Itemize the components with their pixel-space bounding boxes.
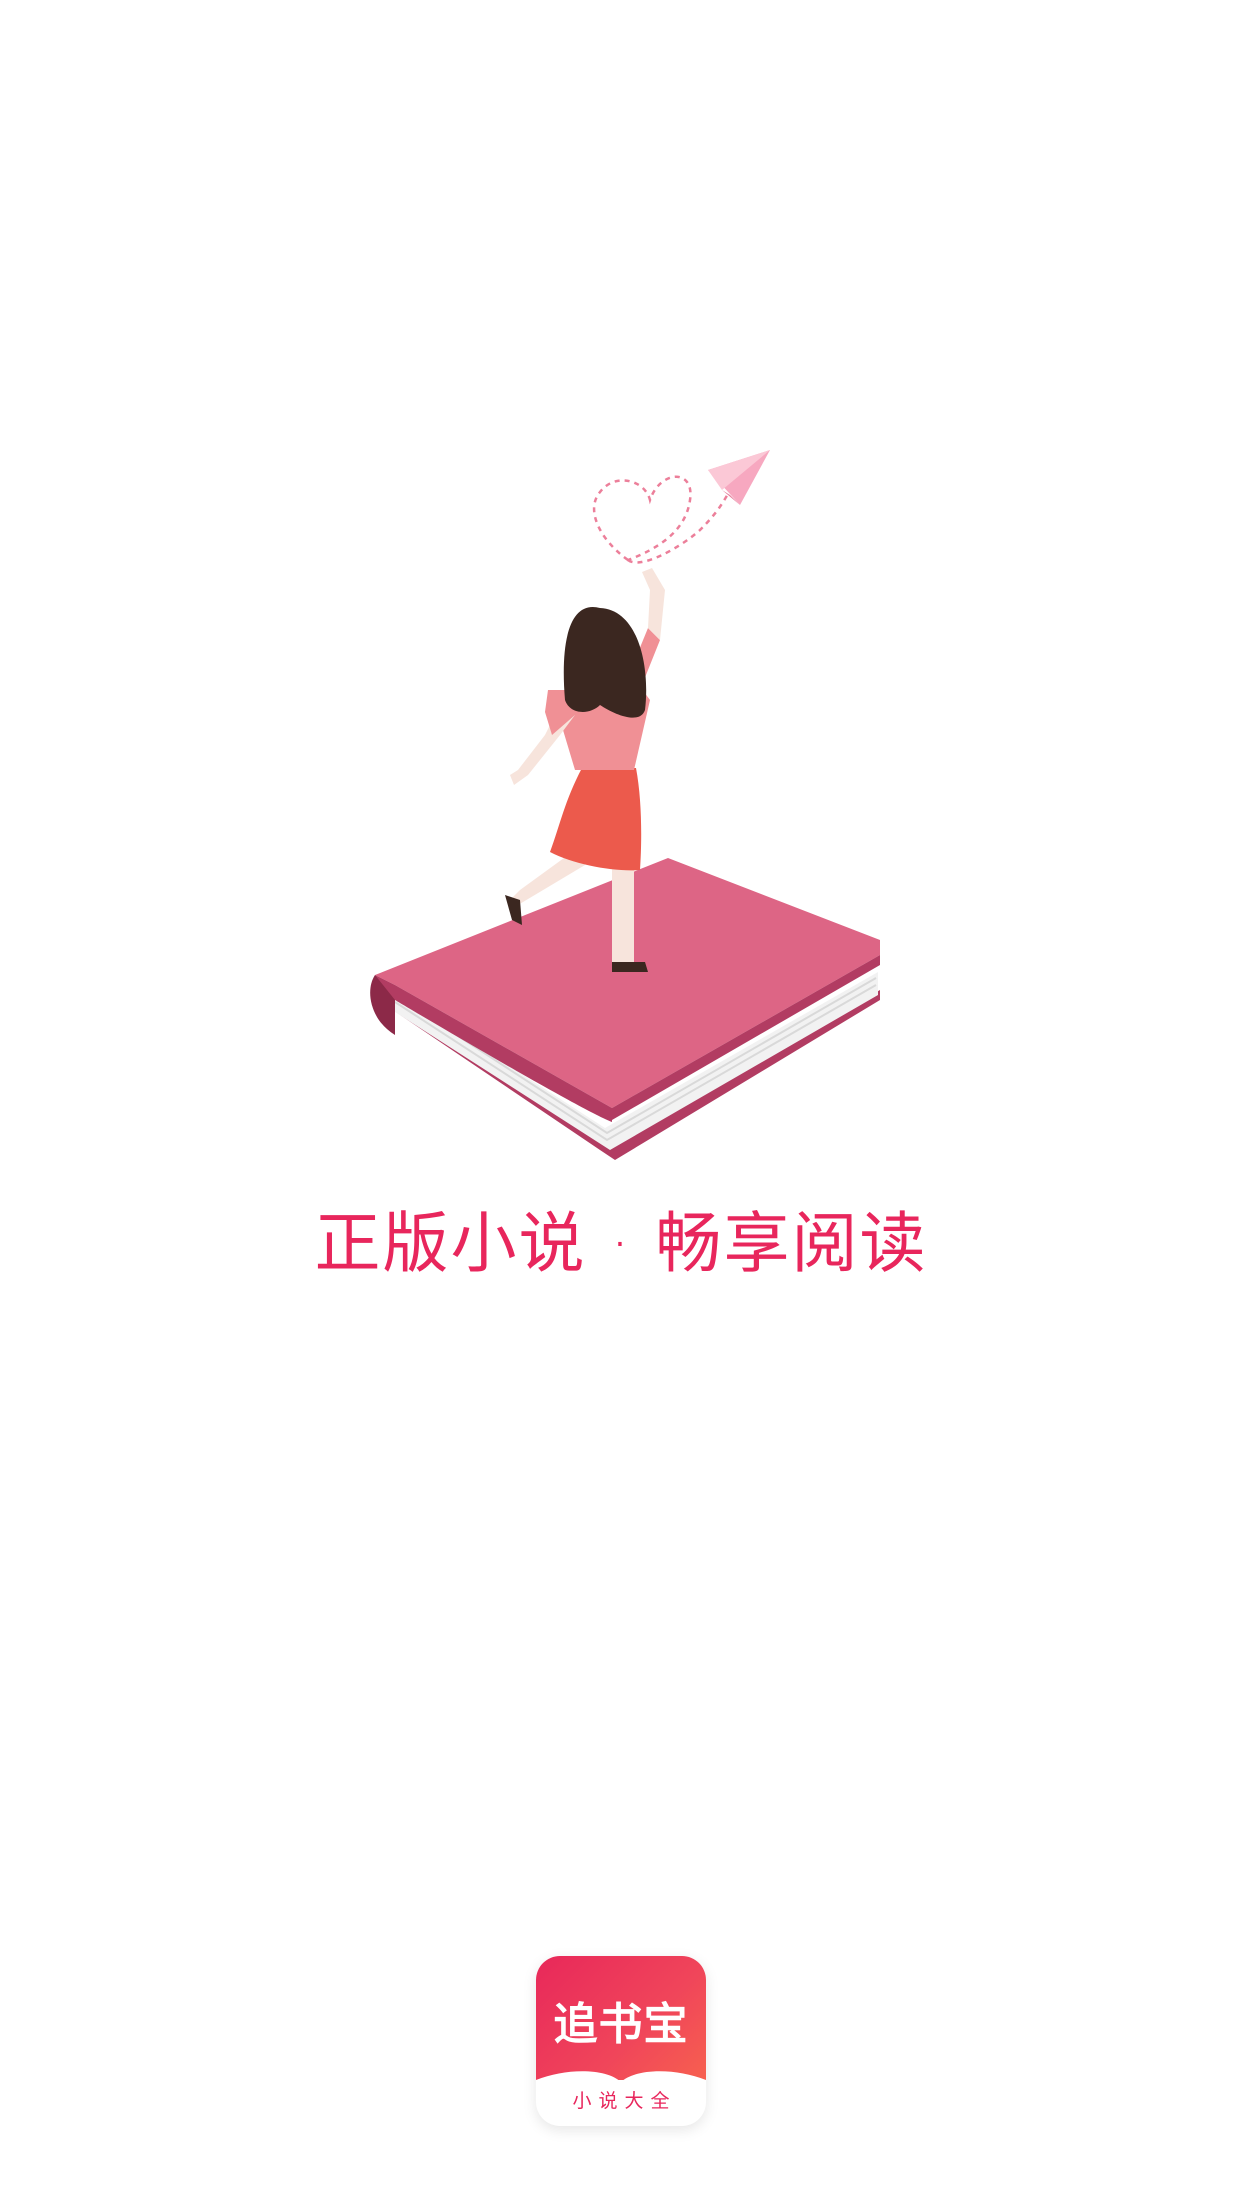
splash-screen: 正版小说 · 畅享阅读 追书宝 小说大全 [0,0,1242,2208]
app-name: 追书宝 [553,1999,689,2050]
app-subtitle: 小说大全 [572,2090,677,2112]
paper-plane-icon [708,450,770,505]
girl-on-book-illustration [370,450,880,1160]
slogan-text: 正版小说 · 畅享阅读 [314,1205,928,1282]
heart-trail-icon [592,475,732,564]
app-logo-icon: 追书宝 小说大全 [536,1956,706,2126]
